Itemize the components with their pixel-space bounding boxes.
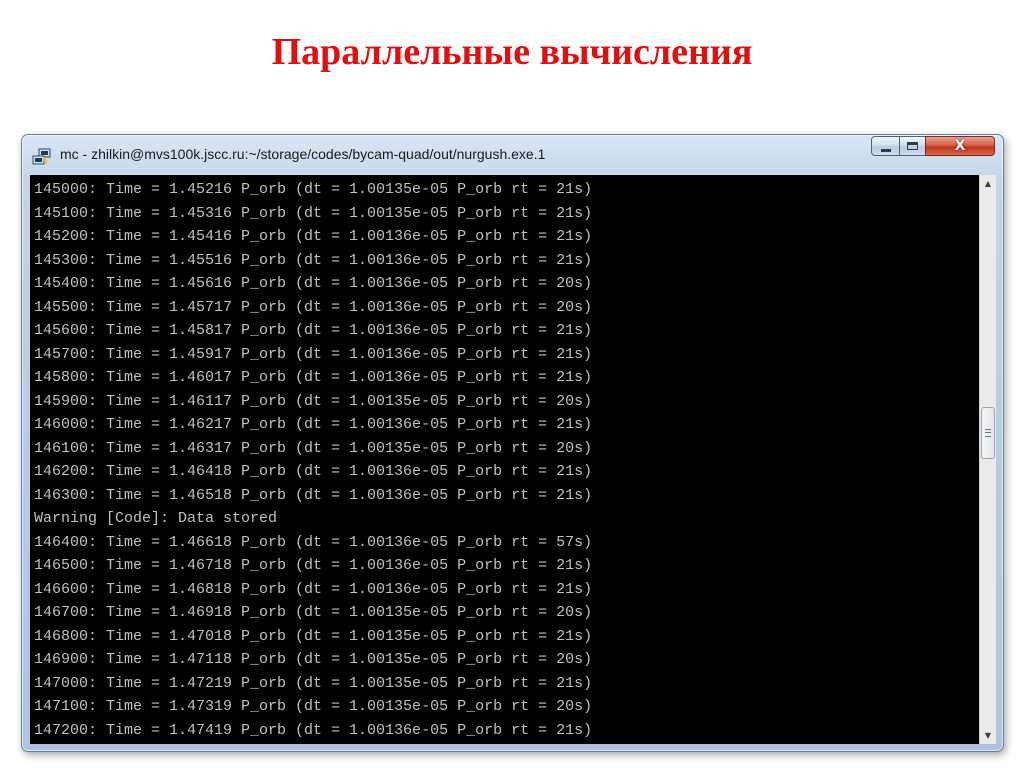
terminal-line: 145800: Time = 1.46017 P_orb (dt = 1.001… bbox=[34, 369, 593, 386]
maximize-button[interactable] bbox=[899, 136, 926, 156]
grip-icon bbox=[985, 429, 991, 437]
terminal-line: 146800: Time = 1.47018 P_orb (dt = 1.001… bbox=[34, 627, 593, 645]
terminal-line: 146300: Time = 1.46518 P_orb (dt = 1.001… bbox=[34, 486, 593, 504]
terminal-line: 146900: Time = 1.47118 P_orb (dt = 1.001… bbox=[34, 651, 593, 668]
scroll-down-arrow-icon[interactable]: ▼ bbox=[980, 727, 996, 744]
minimize-icon bbox=[880, 148, 891, 152]
terminal-line: 145200: Time = 1.45416 P_orb (dt = 1.001… bbox=[34, 228, 593, 245]
terminal-line: 146400: Time = 1.46618 P_orb (dt = 1.001… bbox=[34, 533, 593, 551]
scrollbar-thumb[interactable] bbox=[981, 407, 995, 459]
terminal-line: 145100: Time = 1.45316 P_orb (dt = 1.001… bbox=[34, 204, 593, 222]
terminal-line: 146500: Time = 1.46718 P_orb (dt = 1.001… bbox=[34, 557, 593, 574]
terminal-window: mc - zhilkin@mvs100k.jscc.ru:~/storage/c… bbox=[21, 134, 1004, 752]
slide-title: Параллельные вычисления bbox=[271, 31, 753, 73]
terminal-line: 147000: Time = 1.47219 P_orb (dt = 1.001… bbox=[34, 674, 593, 692]
maximize-icon bbox=[907, 142, 918, 150]
terminal-line: 146600: Time = 1.46818 P_orb (dt = 1.001… bbox=[34, 580, 593, 598]
minimize-button[interactable] bbox=[871, 136, 900, 156]
vertical-scrollbar[interactable]: ▲ ▼ bbox=[979, 175, 996, 744]
close-button[interactable]: X bbox=[925, 136, 995, 156]
terminal-lines: 145000: Time = 1.45216 P_orb (dt = 1.001… bbox=[34, 178, 592, 742]
putty-icon[interactable] bbox=[32, 148, 52, 166]
terminal-line: 147200: Time = 1.47419 P_orb (dt = 1.001… bbox=[34, 721, 593, 739]
terminal-line: 145300: Time = 1.45516 P_orb (dt = 1.001… bbox=[34, 251, 593, 269]
terminal-line: Warning [Code]: Data stored bbox=[34, 510, 278, 527]
terminal-line: 145500: Time = 1.45717 P_orb (dt = 1.001… bbox=[34, 298, 593, 316]
terminal-line: 146200: Time = 1.46418 P_orb (dt = 1.001… bbox=[34, 463, 593, 480]
window-title: mc - zhilkin@mvs100k.jscc.ru:~/storage/c… bbox=[60, 146, 546, 162]
terminal-output[interactable]: 145000: Time = 1.45216 P_orb (dt = 1.001… bbox=[30, 175, 979, 744]
terminal-line: 146100: Time = 1.46317 P_orb (dt = 1.001… bbox=[34, 439, 593, 457]
window-titlebar[interactable]: mc - zhilkin@mvs100k.jscc.ru:~/storage/c… bbox=[22, 135, 1003, 175]
terminal-line: 145400: Time = 1.45616 P_orb (dt = 1.001… bbox=[34, 275, 593, 292]
terminal-line: 145600: Time = 1.45817 P_orb (dt = 1.001… bbox=[34, 322, 593, 339]
terminal-line: 147100: Time = 1.47319 P_orb (dt = 1.001… bbox=[34, 698, 593, 715]
terminal-line: 146700: Time = 1.46918 P_orb (dt = 1.001… bbox=[34, 604, 593, 621]
terminal-line: 146000: Time = 1.46217 P_orb (dt = 1.001… bbox=[34, 416, 593, 433]
close-icon: X bbox=[954, 138, 966, 154]
terminal-line: 145000: Time = 1.45216 P_orb (dt = 1.001… bbox=[34, 181, 593, 198]
scroll-up-arrow-icon[interactable]: ▲ bbox=[980, 175, 996, 192]
terminal-line: 145900: Time = 1.46117 P_orb (dt = 1.001… bbox=[34, 392, 593, 410]
terminal-line: 145700: Time = 1.45917 P_orb (dt = 1.001… bbox=[34, 345, 593, 363]
